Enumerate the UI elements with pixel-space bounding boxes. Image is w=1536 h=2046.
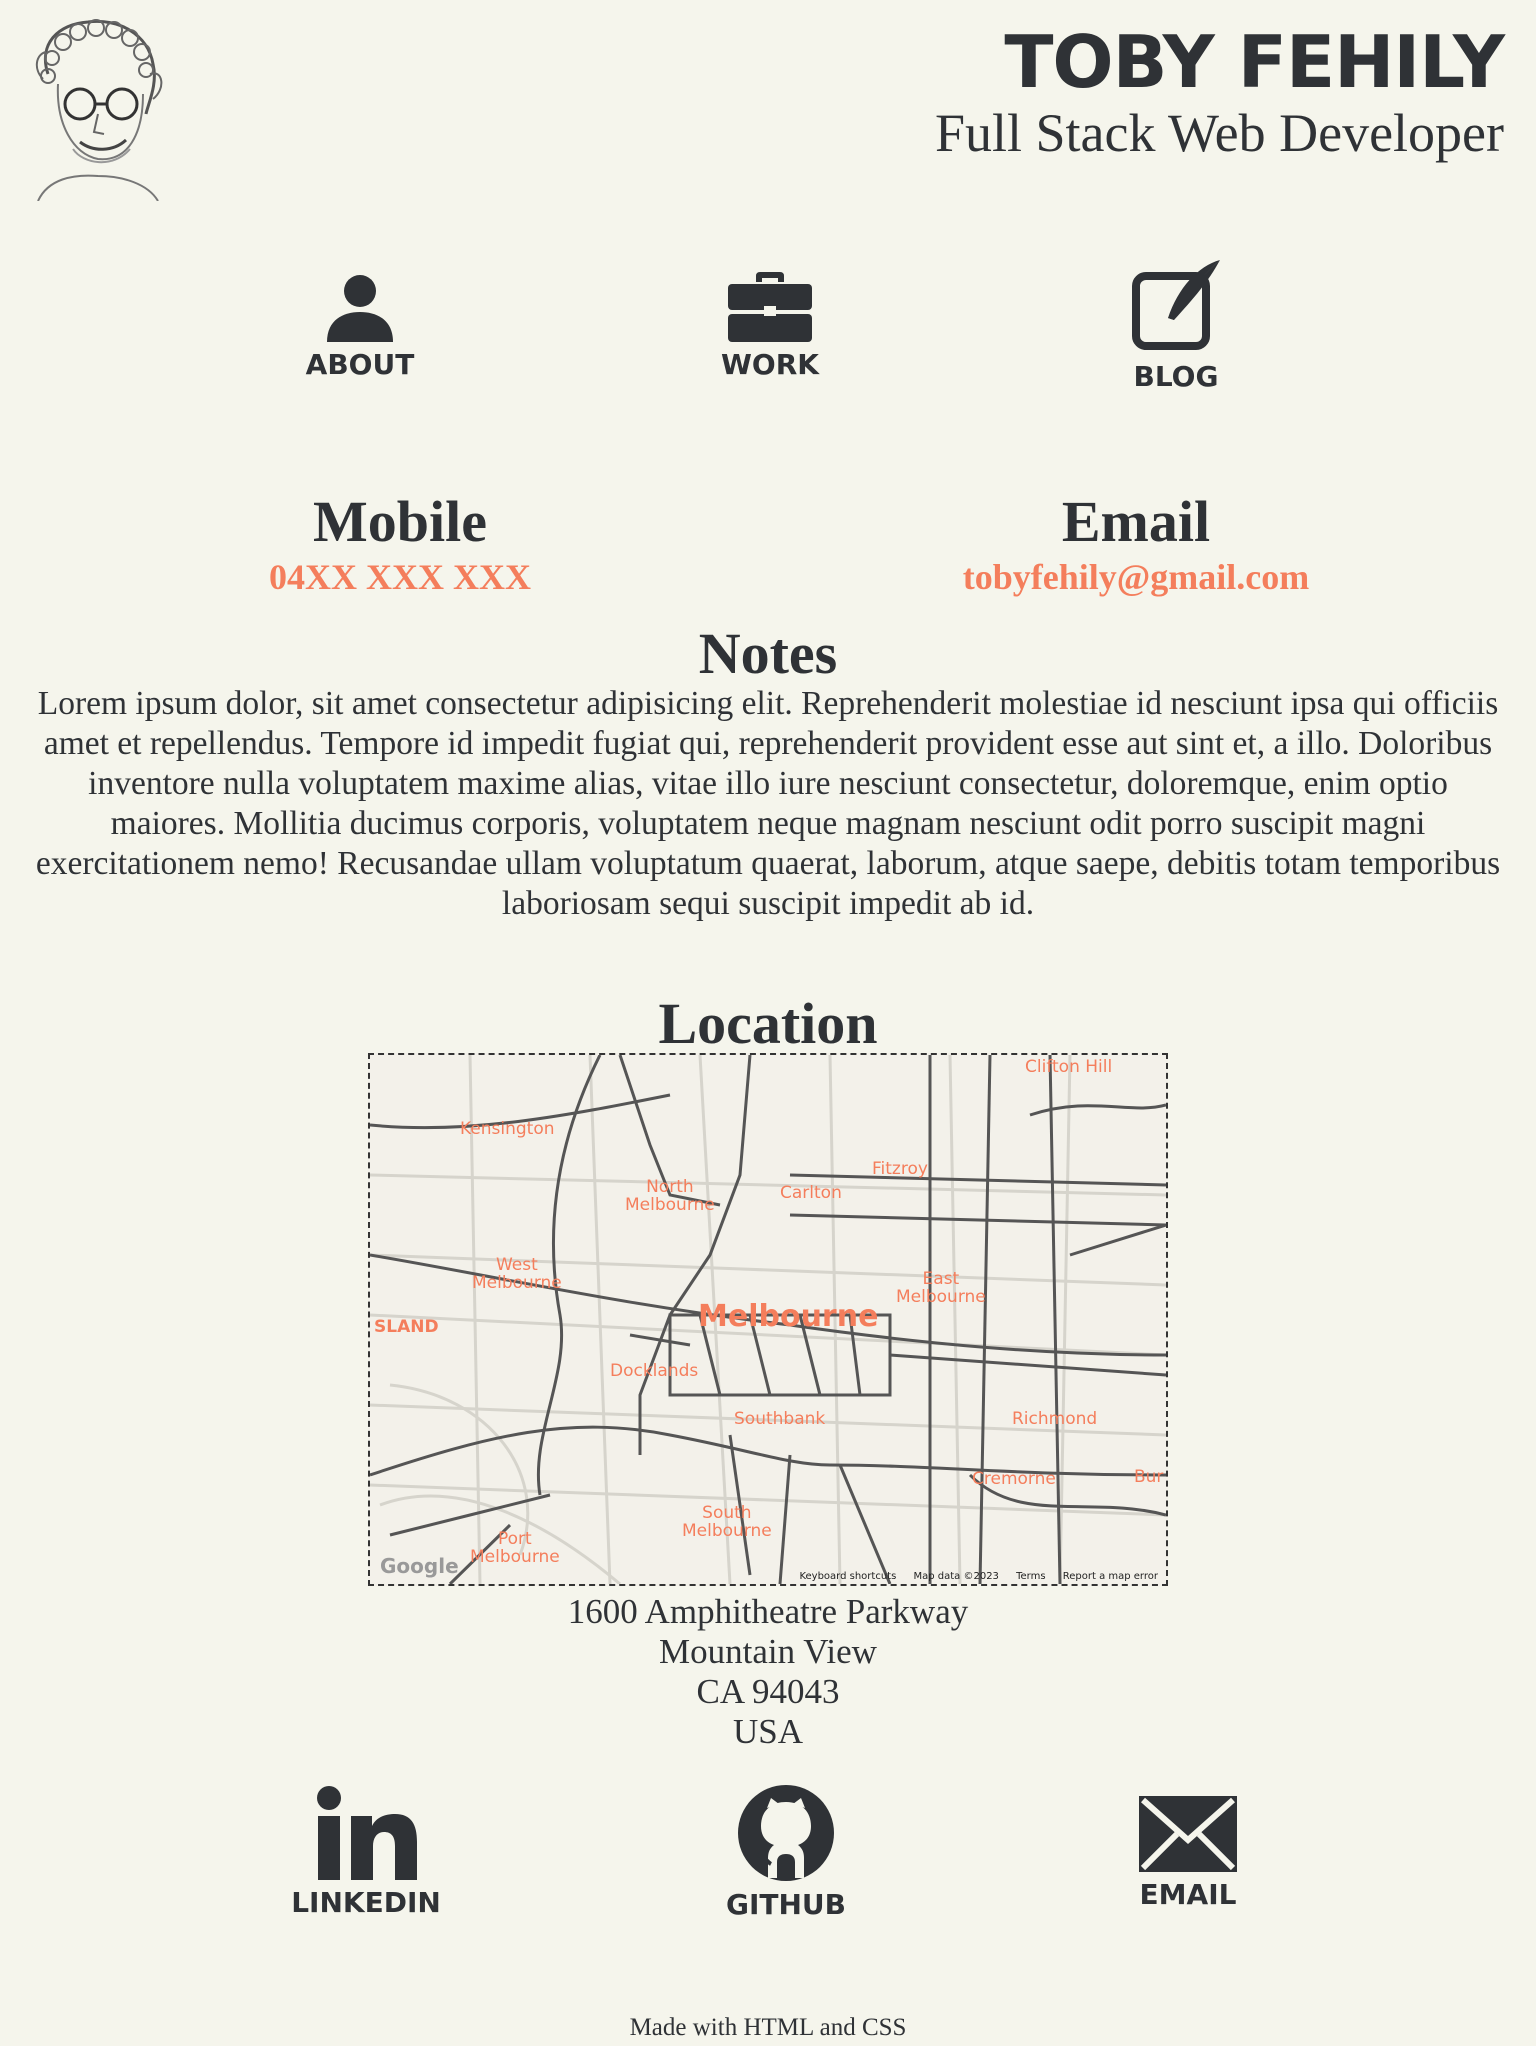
briefcase-icon bbox=[728, 272, 812, 342]
nav-about-label: ABOUT bbox=[305, 348, 415, 381]
location-map[interactable]: Clifton Hill Kensington North Melbourne … bbox=[368, 1053, 1168, 1586]
job-title: Full Stack Web Developer bbox=[934, 103, 1504, 163]
github-label: GITHUB bbox=[725, 1888, 846, 1921]
location-heading: Location bbox=[658, 991, 878, 1056]
mobile-contact: Mobile 04XX XXX XXX bbox=[150, 490, 650, 598]
map-label-west-melbourne: West Melbourne bbox=[472, 1255, 562, 1293]
map-label-burnley: Bur bbox=[1134, 1467, 1164, 1487]
email-social-label: EMAIL bbox=[1139, 1878, 1237, 1911]
mobile-heading: Mobile bbox=[313, 489, 487, 554]
nav-blog-label: BLOG bbox=[1133, 360, 1219, 393]
map-label-south-melbourne: South Melbourne bbox=[682, 1503, 772, 1541]
email-contact: Email tobyfehily@gmail.com bbox=[886, 490, 1386, 598]
linkedin-label: LINKEDIN bbox=[291, 1886, 441, 1919]
map-report-error-link[interactable]: Report a map error bbox=[1063, 1571, 1158, 1582]
email-address-link[interactable]: tobyfehily@gmail.com bbox=[886, 556, 1386, 598]
map-terms-link[interactable]: Terms bbox=[1016, 1571, 1045, 1582]
map-label-docklands: Docklands bbox=[610, 1361, 699, 1381]
notes-heading: Notes bbox=[698, 621, 838, 686]
map-label-north-melbourne: North Melbourne bbox=[625, 1177, 715, 1215]
user-icon bbox=[327, 275, 393, 342]
github-icon bbox=[738, 1785, 834, 1881]
map-label-richmond: Richmond bbox=[1012, 1409, 1098, 1429]
postal-address: 1600 Amphitheatre Parkway Mountain View … bbox=[0, 1592, 1536, 1752]
nav-work-label: WORK bbox=[721, 348, 819, 381]
envelope-icon bbox=[1139, 1796, 1237, 1872]
address-line-4: USA bbox=[732, 1712, 804, 1751]
github-link[interactable]: GITHUB bbox=[666, 1784, 906, 1921]
site-owner-name: TOBY FEHILY bbox=[1004, 20, 1505, 104]
address-line-1: 1600 Amphitheatre Parkway bbox=[567, 1592, 969, 1631]
footer-credit: Made with HTML and CSS bbox=[629, 2014, 907, 2041]
nav-blog-link[interactable]: BLOG bbox=[1076, 258, 1276, 393]
avatar bbox=[18, 14, 178, 202]
email-heading: Email bbox=[1061, 489, 1211, 554]
map-label-fitzroy: Fitzroy bbox=[872, 1159, 928, 1179]
map-keyboard-shortcuts-link[interactable]: Keyboard shortcuts bbox=[799, 1571, 896, 1582]
pen-square-icon bbox=[1132, 260, 1220, 350]
map-label-carlton: Carlton bbox=[780, 1183, 842, 1203]
address-line-2: Mountain View bbox=[659, 1632, 877, 1671]
notes-text: Lorem ipsum dolor, sit amet consectetur … bbox=[35, 685, 1501, 922]
mobile-number-link[interactable]: 04XX XXX XXX bbox=[150, 556, 650, 598]
linkedin-icon bbox=[317, 1786, 417, 1880]
map-label-cremorne: Cremorne bbox=[972, 1469, 1056, 1489]
map-label-kensington: Kensington bbox=[460, 1119, 555, 1139]
linkedin-link[interactable]: LINKEDIN bbox=[246, 1786, 486, 1919]
map-data-credit: Map data ©2023 bbox=[913, 1571, 999, 1582]
email-social-link[interactable]: EMAIL bbox=[1068, 1796, 1308, 1911]
map-label-island: SLAND bbox=[374, 1317, 439, 1337]
map-footer: Keyboard shortcuts Map data ©2023 Terms … bbox=[785, 1571, 1158, 1582]
map-label-port-melbourne: Port Melbourne bbox=[470, 1529, 560, 1567]
map-label-east-melbourne: East Melbourne bbox=[896, 1269, 986, 1307]
map-label-melbourne: Melbourne bbox=[698, 1299, 879, 1334]
google-logo: Google bbox=[380, 1554, 459, 1578]
map-label-southbank: Southbank bbox=[734, 1409, 826, 1429]
nav-about-link[interactable]: ABOUT bbox=[260, 272, 460, 381]
address-line-3: CA 94043 bbox=[696, 1672, 840, 1711]
map-label-clifton-hill: Clifton Hill bbox=[1025, 1057, 1113, 1077]
nav-work-link[interactable]: WORK bbox=[670, 272, 870, 381]
